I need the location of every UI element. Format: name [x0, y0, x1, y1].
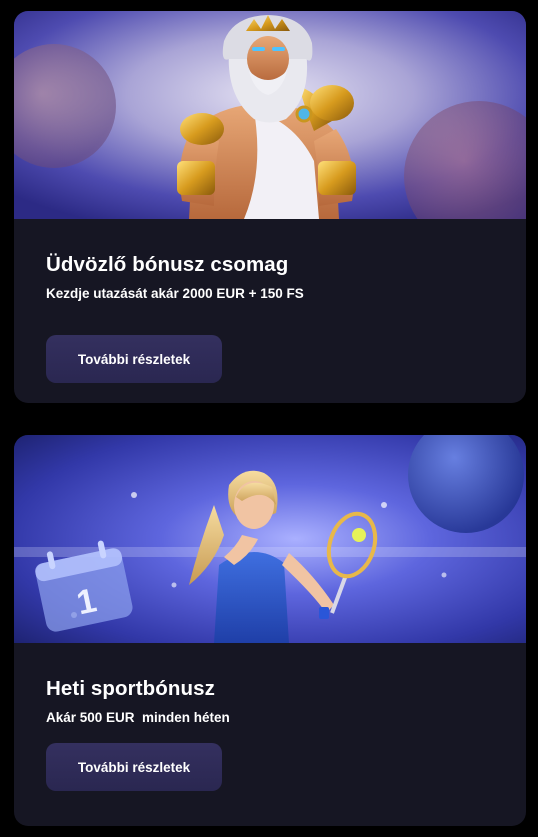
more-details-button[interactable]: További részletek [46, 743, 222, 791]
zeus-illustration [14, 11, 526, 219]
promo-subtitle: Kezdje utazását akár 2000 EUR + 150 FS [46, 286, 304, 301]
promo-banner-image [14, 11, 526, 219]
promo-card-body: Üdvözlő bónusz csomag Kezdje utazását ak… [14, 219, 526, 383]
more-details-button[interactable]: További részletek [46, 335, 222, 383]
promo-card-weekly-sport-bonus: 1 Heti sportbónusz Akár 500 EUR minden h… [14, 435, 526, 826]
promo-card-body: Heti sportbónusz Akár 500 EUR minden hét… [14, 643, 526, 791]
promo-title: Heti sportbónusz [46, 677, 216, 700]
promo-title: Üdvözlő bónusz csomag [46, 253, 289, 276]
promo-banner-image: 1 [14, 435, 526, 643]
promo-card-welcome-bonus: Üdvözlő bónusz csomag Kezdje utazását ak… [14, 11, 526, 403]
tennis-illustration: 1 [14, 435, 526, 643]
promo-subtitle: Akár 500 EUR minden héten [46, 710, 230, 725]
